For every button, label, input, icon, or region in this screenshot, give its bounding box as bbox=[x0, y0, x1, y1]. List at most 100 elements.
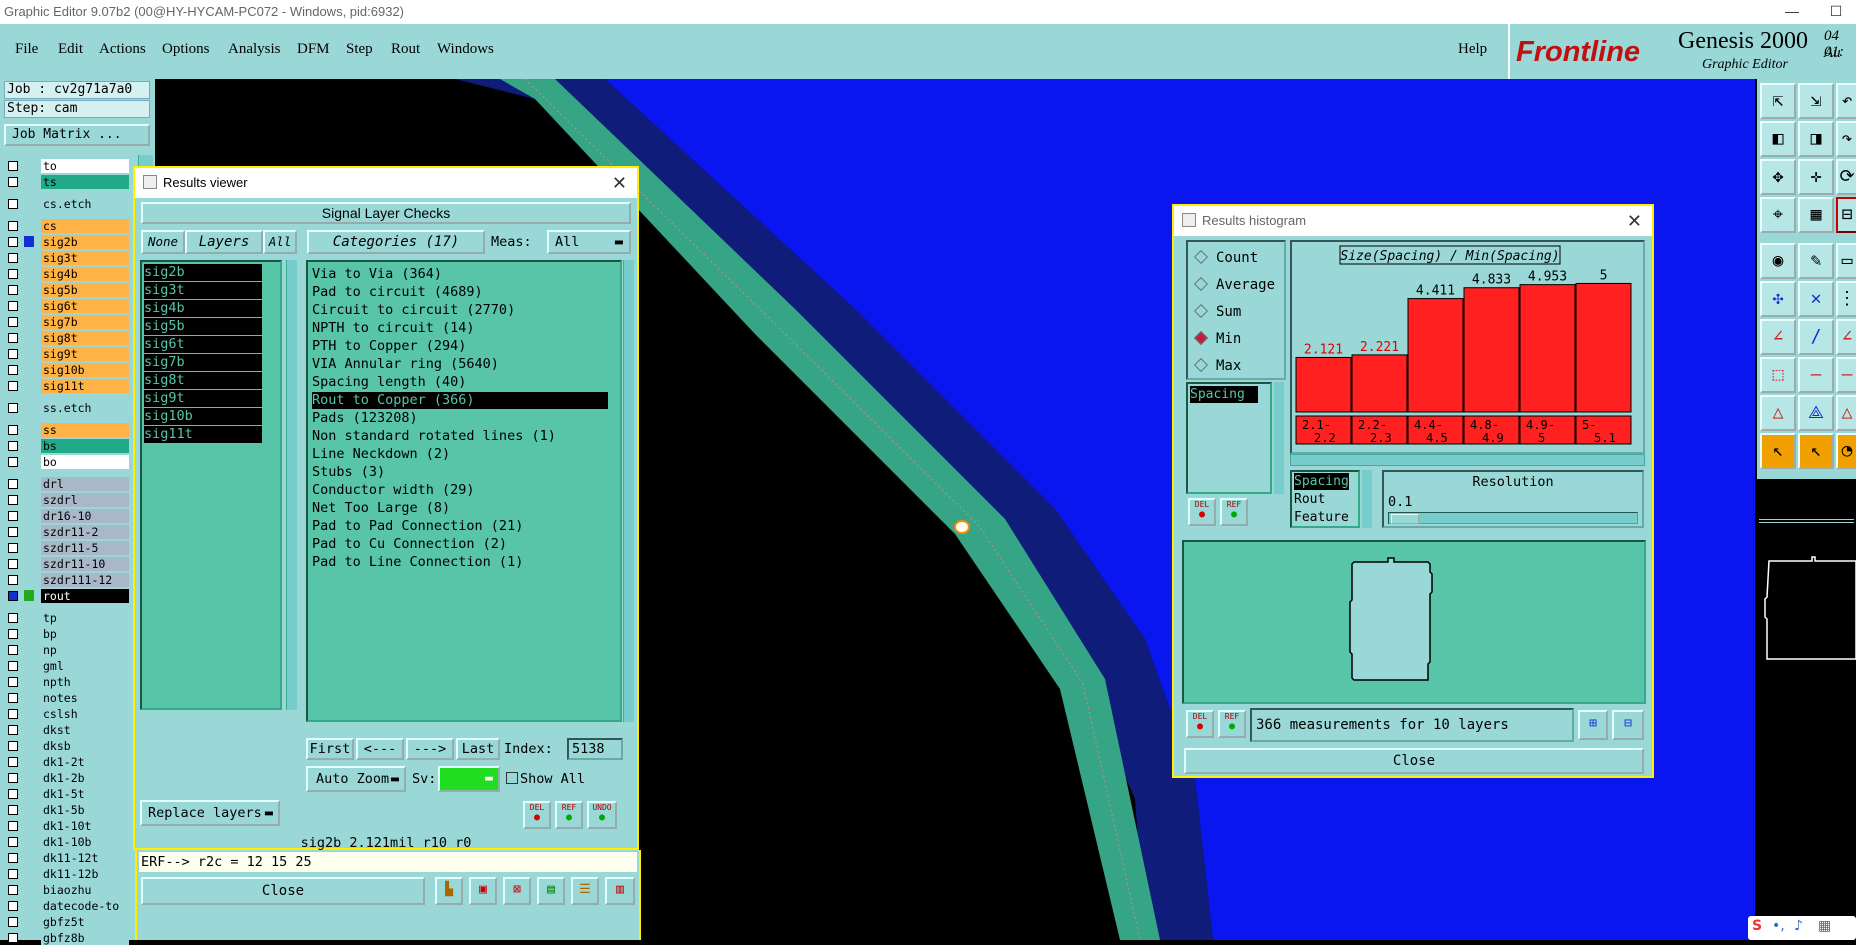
layer-name[interactable]: dk1-10b bbox=[41, 835, 129, 849]
layer-row[interactable]: dkst bbox=[6, 723, 129, 737]
pan-left-icon[interactable]: ◧ bbox=[1760, 121, 1796, 157]
delete-icon[interactable]: ▭ bbox=[1836, 243, 1856, 279]
radio-indicator[interactable] bbox=[1193, 330, 1209, 346]
layer-row[interactable]: sig8t bbox=[6, 331, 129, 345]
last-button[interactable]: Last bbox=[456, 738, 500, 760]
layer-name[interactable]: dk1-5b bbox=[41, 803, 129, 817]
layer-row[interactable]: biaozhu bbox=[6, 883, 129, 897]
zoom-to-icon[interactable]: ⊞ bbox=[1578, 710, 1608, 740]
layer-row[interactable]: dk1-2b bbox=[6, 771, 129, 785]
layer-checkbox[interactable] bbox=[8, 221, 18, 231]
layer-row[interactable]: npth bbox=[6, 675, 129, 689]
hist-del-button[interactable]: DEL ● bbox=[1188, 498, 1216, 526]
zoom-fit-icon[interactable]: ⇲ bbox=[1798, 83, 1834, 119]
layer-affected-indicator[interactable] bbox=[24, 268, 34, 279]
export-icon[interactable]: ▤ bbox=[537, 877, 565, 905]
rv-layer-item[interactable]: sig6t bbox=[144, 336, 262, 353]
menu-step[interactable]: Step bbox=[346, 41, 373, 58]
layer-name[interactable]: tp bbox=[41, 611, 129, 625]
zoom-home-icon[interactable]: ⇱ bbox=[1760, 83, 1796, 119]
layer-row[interactable]: cs bbox=[6, 219, 129, 233]
preview-del-button[interactable]: DEL ● bbox=[1186, 710, 1214, 738]
select-area-icon[interactable]: ⬚ bbox=[1760, 357, 1796, 393]
layer-name[interactable]: ss bbox=[41, 423, 129, 437]
radio-min[interactable]: Min bbox=[1193, 330, 1241, 347]
layer-name[interactable]: biaozhu bbox=[41, 883, 129, 897]
layer-name[interactable]: npth bbox=[41, 675, 129, 689]
first-button[interactable]: First bbox=[306, 738, 354, 760]
layer-name[interactable]: sig10b bbox=[41, 363, 129, 377]
layer-affected-indicator[interactable] bbox=[24, 756, 34, 767]
layer-affected-indicator[interactable] bbox=[24, 176, 34, 187]
layer-row[interactable]: to bbox=[6, 159, 129, 173]
menu-help[interactable]: Help bbox=[1458, 41, 1487, 58]
layer-affected-indicator[interactable] bbox=[24, 644, 34, 655]
layer-checkbox[interactable] bbox=[8, 853, 18, 863]
layer-name[interactable]: dk1-5t bbox=[41, 787, 129, 801]
layer-row[interactable]: bs bbox=[6, 439, 129, 453]
layer-checkbox[interactable] bbox=[8, 901, 18, 911]
layer-checkbox[interactable] bbox=[8, 917, 18, 927]
close-icon[interactable]: ✕ bbox=[1627, 206, 1642, 236]
line-icon[interactable]: ∠ bbox=[1760, 319, 1796, 355]
layer-affected-indicator[interactable] bbox=[24, 558, 34, 569]
layer-checkbox[interactable] bbox=[8, 495, 18, 505]
category-item[interactable]: Spacing length (40) bbox=[312, 374, 466, 391]
layer-affected-indicator[interactable] bbox=[24, 820, 34, 831]
layer-affected-indicator[interactable] bbox=[24, 424, 34, 435]
layer-checkbox[interactable] bbox=[8, 177, 18, 187]
layer-row[interactable]: sig7b bbox=[6, 315, 129, 329]
layer-checkbox[interactable] bbox=[8, 757, 18, 767]
undo-button[interactable]: UNDO ● bbox=[587, 801, 617, 829]
triangle-icon[interactable]: △ bbox=[1760, 395, 1796, 431]
histogram-bar[interactable] bbox=[1351, 354, 1408, 413]
layer-name[interactable]: dk1-2t bbox=[41, 755, 129, 769]
layer-row[interactable]: dk1-5b bbox=[6, 803, 129, 817]
meas-dropdown[interactable]: All ▬ bbox=[547, 230, 631, 254]
layer-name[interactable]: gbfz5t bbox=[41, 915, 129, 929]
report-icon[interactable]: ☰ bbox=[571, 877, 599, 905]
preview-ref-button[interactable]: REF ● bbox=[1218, 710, 1246, 738]
move-icon[interactable]: ✛ bbox=[1798, 159, 1834, 195]
layer-name[interactable]: to bbox=[41, 159, 129, 173]
layer-affected-indicator[interactable] bbox=[24, 402, 34, 413]
job-matrix-button[interactable]: Job Matrix ... bbox=[4, 124, 150, 146]
layer-checkbox[interactable] bbox=[8, 789, 18, 799]
resolution-slider-thumb[interactable] bbox=[1391, 514, 1419, 524]
layer-checkbox[interactable] bbox=[8, 677, 18, 687]
redo-view-icon[interactable]: ↷ bbox=[1836, 121, 1856, 157]
rv-layer-item[interactable]: sig8t bbox=[144, 372, 262, 389]
radio-indicator[interactable] bbox=[1193, 303, 1209, 319]
layer-row[interactable]: ss.etch bbox=[6, 401, 129, 415]
layer-affected-indicator[interactable] bbox=[24, 676, 34, 687]
layer-row[interactable]: rout bbox=[6, 589, 129, 603]
angle-icon[interactable]: ∠ bbox=[1836, 319, 1856, 355]
layer-name[interactable]: dkst bbox=[41, 723, 129, 737]
layer-checkbox[interactable] bbox=[8, 709, 18, 719]
layer-row[interactable]: cs.etch bbox=[6, 197, 129, 211]
layer-name[interactable]: cslsh bbox=[41, 707, 129, 721]
layer-affected-indicator[interactable] bbox=[24, 494, 34, 505]
menu-file[interactable]: File bbox=[15, 41, 38, 58]
layer-row[interactable]: sig9t bbox=[6, 347, 129, 361]
histogram-bar[interactable] bbox=[1519, 284, 1576, 413]
layer-affected-indicator[interactable] bbox=[24, 916, 34, 927]
measure-list-scrollbar[interactable] bbox=[1274, 382, 1284, 494]
layer-name[interactable]: ts bbox=[41, 175, 129, 189]
layer-checkbox[interactable] bbox=[8, 269, 18, 279]
layer-row[interactable]: sig4b bbox=[6, 267, 129, 281]
layer-row[interactable]: szdr111-12 bbox=[6, 573, 129, 587]
layer-affected-indicator[interactable] bbox=[24, 772, 34, 783]
layer-row[interactable]: bo bbox=[6, 455, 129, 469]
layer-row[interactable]: np bbox=[6, 643, 129, 657]
hist-ref-button[interactable]: REF ● bbox=[1220, 498, 1248, 526]
resolution-slider[interactable] bbox=[1388, 512, 1638, 524]
layer-affected-indicator[interactable] bbox=[24, 804, 34, 815]
layer-checkbox[interactable] bbox=[8, 773, 18, 783]
layer-checkbox[interactable] bbox=[8, 161, 18, 171]
layer-affected-indicator[interactable] bbox=[24, 364, 34, 375]
category-item[interactable]: Conductor width (29) bbox=[312, 482, 475, 499]
attribute-feature[interactable]: Feature bbox=[1294, 509, 1349, 526]
snap-icon[interactable]: ⌖ bbox=[1760, 197, 1796, 233]
radio-sum[interactable]: Sum bbox=[1193, 303, 1241, 320]
